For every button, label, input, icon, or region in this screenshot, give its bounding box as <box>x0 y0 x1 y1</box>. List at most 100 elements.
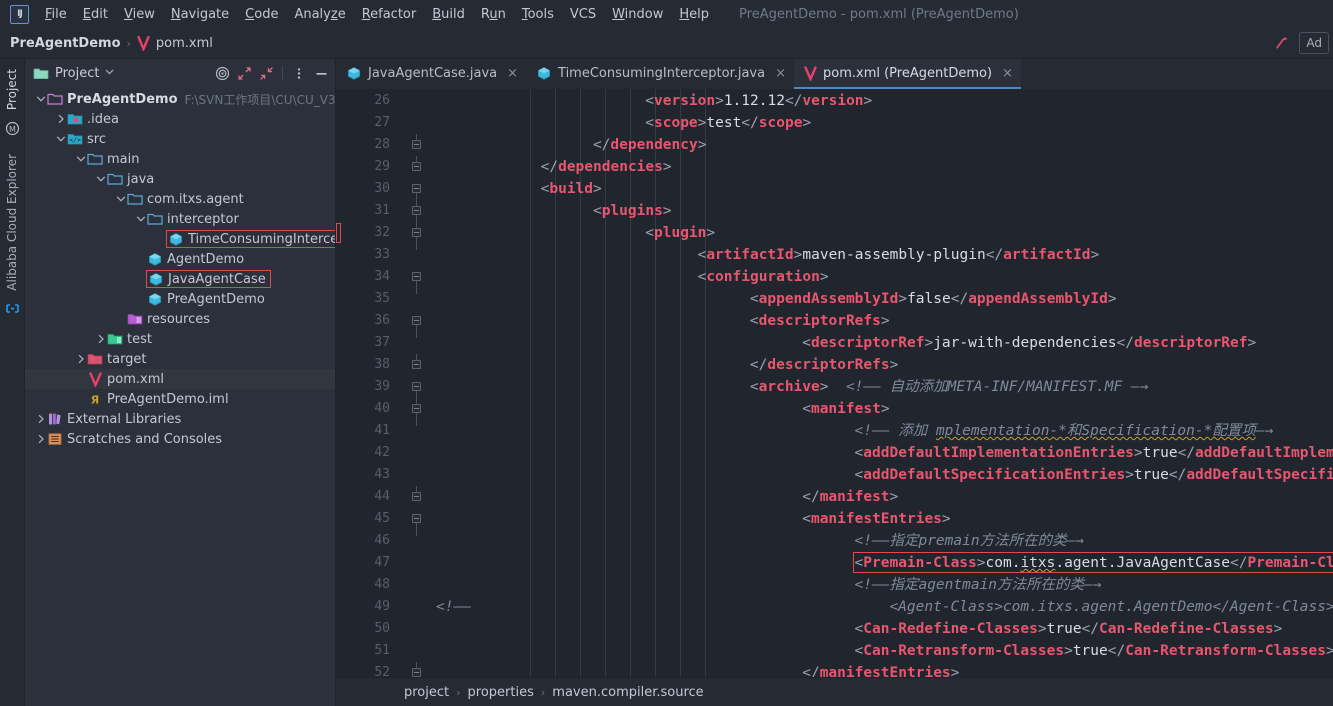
fold-marker[interactable] <box>412 228 421 237</box>
tree-item-test[interactable]: test <box>25 329 335 349</box>
tree-item-javaagentcase[interactable]: JavaAgentCase <box>25 269 335 289</box>
fold-marker[interactable] <box>412 316 421 325</box>
menu-item-help[interactable]: Help <box>671 4 717 25</box>
close-tab-icon[interactable]: × <box>775 66 786 81</box>
code-line-44[interactable]: </manifest> <box>802 486 898 508</box>
breadcrumb-maven-compiler-source[interactable]: maven.compiler.source <box>552 685 703 700</box>
run-configuration-selector[interactable]: Ad <box>1299 32 1329 54</box>
code-line-43[interactable]: <addDefaultSpecificationEntries>true</ad… <box>855 464 1333 486</box>
collapse-all-icon[interactable] <box>256 63 276 83</box>
tree-item-src[interactable]: </> src <box>25 129 335 149</box>
editor-tab-pom-xml-preagentdemo[interactable]: pom.xml (PreAgentDemo) × <box>794 59 1021 89</box>
chevron-down-icon[interactable] <box>55 134 66 145</box>
code-line-51[interactable]: <Can-Retransform-Classes>true</Can-Retra… <box>855 640 1333 662</box>
fold-marker[interactable] <box>412 360 421 369</box>
code-line-27[interactable]: <scope>test</scope> <box>645 112 811 134</box>
close-tab-icon[interactable]: × <box>507 66 518 81</box>
chevron-down-icon[interactable] <box>115 194 126 205</box>
menu-item-file[interactable]: File <box>37 4 75 25</box>
menu-item-navigate[interactable]: Navigate <box>163 4 237 25</box>
code-line-47[interactable]: <Premain-Class>com.itxs.agent.JavaAgentC… <box>855 552 1333 574</box>
fold-marker[interactable] <box>412 668 421 677</box>
menu-item-refactor[interactable]: Refactor <box>354 4 425 25</box>
code-line-29[interactable]: </dependencies> <box>541 156 672 178</box>
code-line-36[interactable]: <descriptorRefs> <box>750 310 890 332</box>
tree-item-main[interactable]: main <box>25 149 335 169</box>
tool-tab-project[interactable]: Project <box>2 63 22 116</box>
fold-marker[interactable] <box>412 272 421 281</box>
hide-panel-icon[interactable] <box>311 63 331 83</box>
maven-m-icon[interactable]: M <box>4 120 20 136</box>
close-tab-icon[interactable]: × <box>1002 66 1013 81</box>
code-line-30[interactable]: <build> <box>541 178 602 200</box>
navbar-file-name[interactable]: pom.xml <box>156 36 213 51</box>
fold-marker[interactable] <box>412 382 421 391</box>
fold-marker[interactable] <box>412 140 421 149</box>
chevron-down-icon[interactable] <box>35 94 46 105</box>
code-line-35[interactable]: <appendAssemblyId>false</appendAssemblyI… <box>750 288 1117 310</box>
code-line-41[interactable]: <!—— 添加 mplementation-*和Specification-*配… <box>855 420 1274 442</box>
menu-item-vcs[interactable]: VCS <box>562 4 604 25</box>
breadcrumb-project[interactable]: project <box>404 685 449 700</box>
code-line-40[interactable]: <manifest> <box>802 398 889 420</box>
menu-item-analyze[interactable]: Analyze <box>286 4 353 25</box>
menu-item-build[interactable]: Build <box>424 4 473 25</box>
fold-marker[interactable] <box>412 162 421 171</box>
code-line-28[interactable]: </dependency> <box>593 134 707 156</box>
chevron-down-icon[interactable] <box>75 154 86 165</box>
navbar-project-name[interactable]: PreAgentDemo <box>10 36 121 51</box>
code-line-39[interactable]: <archive> <!—— 自动添加META-INF/MANIFEST.MF … <box>750 376 1148 398</box>
build-hammer-icon[interactable] <box>1273 34 1291 52</box>
menu-item-edit[interactable]: Edit <box>75 4 116 25</box>
breadcrumb-properties[interactable]: properties <box>468 685 534 700</box>
chevron-down-icon[interactable] <box>135 214 146 225</box>
chevron-right-icon[interactable] <box>55 114 66 125</box>
chevron-right-icon[interactable] <box>95 334 106 345</box>
editor-tab-timeconsuminginterceptor-java[interactable]: TimeConsumingInterceptor.java × <box>526 59 794 89</box>
code-text-area[interactable]: <version>1.12.12</version> <scope>test</s… <box>434 89 1333 677</box>
code-line-52[interactable]: </manifestEntries> <box>802 662 959 677</box>
tree-item-java[interactable]: java <box>25 169 335 189</box>
tree-item-interceptor[interactable]: interceptor <box>25 209 335 229</box>
tree-item-com-itxs-agent[interactable]: com.itxs.agent <box>25 189 335 209</box>
tree-item-scratches-and-consoles[interactable]: Scratches and Consoles <box>25 429 335 449</box>
code-folding-gutter[interactable] <box>396 89 434 677</box>
menu-item-view[interactable]: View <box>116 4 163 25</box>
tree-item-target[interactable]: target <box>25 349 335 369</box>
tree-item-idea[interactable]: .idea <box>25 109 335 129</box>
code-line-49[interactable]: <Agent-Class>com.itxs.agent.AgentDemo</A… <box>889 596 1333 618</box>
tree-item-preagentdemo[interactable]: PreAgentDemo F:\SVN工作项目\CU\CU_V3\to <box>25 89 335 109</box>
menu-item-code[interactable]: Code <box>237 4 286 25</box>
fold-marker[interactable] <box>412 492 421 501</box>
tool-tab-alibaba-cloud-explorer[interactable]: Alibaba Cloud Explorer <box>2 148 22 297</box>
code-line-48[interactable]: <!——指定agentmain方法所在的类—→ <box>855 574 1102 596</box>
chevron-right-icon[interactable] <box>35 414 46 425</box>
code-line-46[interactable]: <!——指定premain方法所在的类—→ <box>855 530 1085 552</box>
chevron-down-icon[interactable] <box>95 174 106 185</box>
alibaba-cloud-icon[interactable] <box>4 301 20 317</box>
fold-marker[interactable] <box>412 184 421 193</box>
code-line-37[interactable]: <descriptorRef>jar-with-dependencies</de… <box>802 332 1256 354</box>
tree-item-pom-xml[interactable]: pom.xml <box>25 369 335 389</box>
more-options-icon[interactable] <box>289 63 309 83</box>
menu-item-window[interactable]: Window <box>604 4 671 25</box>
chevron-down-icon[interactable] <box>105 68 114 78</box>
fold-marker[interactable] <box>412 206 421 215</box>
menu-item-tools[interactable]: Tools <box>514 4 562 25</box>
code-line-42[interactable]: <addDefaultImplementationEntries>true</a… <box>855 442 1333 464</box>
tree-item-preagentdemo-iml[interactable]: Я PreAgentDemo.iml <box>25 389 335 409</box>
code-line-26[interactable]: <version>1.12.12</version> <box>645 90 872 112</box>
code-editor[interactable]: 26 27 28 29 30 31 32 33 34 35 36 37 38 39 40 41 42 43 44 45… <box>336 89 1333 677</box>
code-line-34[interactable]: <configuration> <box>698 266 829 288</box>
code-line-50[interactable]: <Can-Redefine-Classes>true</Can-Redefine… <box>855 618 1283 640</box>
tree-item-resources[interactable]: resources <box>25 309 335 329</box>
tree-item-external-libraries[interactable]: External Libraries <box>25 409 335 429</box>
code-line-33[interactable]: <artifactId>maven-assembly-plugin</artif… <box>698 244 1100 266</box>
fold-marker[interactable] <box>412 514 421 523</box>
tree-item-agentdemo[interactable]: AgentDemo <box>25 249 335 269</box>
fold-marker[interactable] <box>412 404 421 413</box>
chevron-right-icon[interactable] <box>35 434 46 445</box>
editor-tab-javaagentcase-java[interactable]: JavaAgentCase.java × <box>336 59 526 89</box>
chevron-right-icon[interactable] <box>75 354 86 365</box>
locate-target-icon[interactable] <box>212 63 232 83</box>
